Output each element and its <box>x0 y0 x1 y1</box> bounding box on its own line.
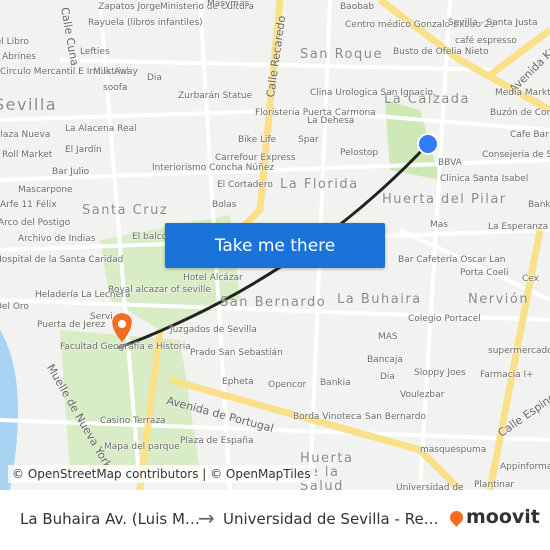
poi-label[interactable]: Abrines <box>2 52 36 62</box>
poi-label[interactable]: Bike Life <box>238 135 276 145</box>
poi-label[interactable]: Plaza Nueva <box>0 130 50 140</box>
poi-label[interactable]: Media Markt <box>495 88 550 98</box>
poi-label[interactable]: Bar Julio <box>52 167 89 177</box>
poi-label[interactable]: El Jardín <box>65 145 102 155</box>
map-attribution[interactable]: © OpenStreetMap contributors | © OpenMap… <box>8 465 315 483</box>
poi-label[interactable]: Universidad de <box>396 483 464 490</box>
poi-label[interactable]: Carrefour Express <box>215 153 295 163</box>
area-label: La Buhaira <box>337 292 422 307</box>
poi-label[interactable]: La Dehesa <box>307 116 354 126</box>
area-label: San Roque <box>300 47 383 62</box>
map[interactable]: Sevilla San Roque La Calzada La Florida … <box>0 0 550 490</box>
poi-label[interactable]: Porta Coeli <box>460 268 509 278</box>
poi-label[interactable]: soofa <box>103 83 127 93</box>
poi-label[interactable]: Sevilla - Santa Justa <box>448 18 538 28</box>
poi-label[interactable]: Mas <box>430 220 448 230</box>
poi-label[interactable]: Masymas <box>207 0 249 9</box>
poi-label[interactable]: BBVA <box>438 158 462 168</box>
poi-label[interactable]: Appinformatica <box>500 462 550 472</box>
poi-label[interactable]: Lefties <box>80 47 110 57</box>
poi-label[interactable]: Archivo de Indias <box>18 234 95 244</box>
poi-label[interactable]: Zapatos Jorge <box>98 2 160 12</box>
moovit-pin-icon <box>447 507 466 527</box>
area-label: Huerta del Pilar <box>382 192 507 207</box>
poi-label[interactable]: La Esperanza <box>488 222 548 232</box>
poi-label[interactable]: Cex <box>522 274 539 284</box>
poi-label[interactable]: Juzgados de Sevilla <box>170 325 257 335</box>
poi-label[interactable]: Buzón de Correos <box>490 108 550 118</box>
poi-label[interactable]: Mascarpone <box>18 185 73 195</box>
poi-label[interactable]: Colegio Portacel <box>408 314 481 324</box>
poi-label[interactable]: Pelostop <box>340 148 378 158</box>
bottom-bar: La Buhaira Av. (Luis M… → Universidad de… <box>0 490 550 550</box>
poi-label[interactable]: Baobab <box>340 2 374 12</box>
poi-label[interactable]: Hospital de la Santa Caridad <box>0 255 123 265</box>
poi-label[interactable]: Farmacia I+ <box>480 370 534 380</box>
poi-label[interactable]: Roll Market <box>2 150 52 160</box>
take-me-there-button[interactable]: Take me there <box>165 223 385 268</box>
poi-label[interactable]: Arco del Postigo <box>0 218 70 228</box>
poi-label[interactable]: Rayuela (libros infantiles) <box>88 18 203 28</box>
poi-label[interactable]: Borda Vinoteca <box>293 412 362 422</box>
area-label: Nervión <box>468 292 530 307</box>
poi-label[interactable]: Milk Away <box>93 67 138 77</box>
poi-label[interactable]: Facultad Geografía e Historia <box>60 342 191 352</box>
poi-label[interactable]: Busto de Ofelia Nieto <box>393 47 489 57</box>
poi-label[interactable]: Casino Terraza <box>100 416 166 426</box>
origin-marker[interactable] <box>417 133 439 155</box>
brand-name: moovit <box>466 506 540 528</box>
poi-label[interactable]: La Alacena Real <box>65 124 137 134</box>
poi-label[interactable]: Félix <box>36 200 57 210</box>
poi-label[interactable]: MAS <box>378 332 398 342</box>
poi-label[interactable]: Cafe Bar S <box>510 130 550 140</box>
poi-label[interactable]: café espresso <box>455 36 517 46</box>
poi-label[interactable]: masquespuma <box>420 445 486 455</box>
area-label: La Florida <box>280 177 359 192</box>
poi-label[interactable]: Bankia <box>320 378 351 388</box>
area-label: San Bernardo <box>220 295 327 310</box>
poi-label[interactable]: Prado San Sebastián <box>190 348 283 358</box>
poi-label[interactable]: Royal alcazar of seville <box>108 285 211 295</box>
poi-label[interactable]: supermercado <box>488 346 550 356</box>
poi-label[interactable]: Zurbarán Statue <box>178 91 252 101</box>
poi-label[interactable]: del Libro <box>0 37 29 47</box>
poi-label[interactable]: Spar <box>298 135 319 145</box>
origin-name: La Buhaira Av. (Luis M… <box>20 510 200 528</box>
poi-label[interactable]: Servi <box>90 312 113 322</box>
poi-label[interactable]: Dia <box>380 372 395 382</box>
poi-label[interactable]: Voulezbar <box>400 390 444 400</box>
poi-label[interactable]: Consejeria de Sa <box>482 150 550 160</box>
poi-label[interactable]: Interiorismo Concha Núñez <box>152 163 274 173</box>
poi-label[interactable]: Opencor <box>268 380 306 390</box>
poi-label[interactable]: Mapa del parque <box>104 442 180 452</box>
poi-label[interactable]: El Cortadero <box>217 180 273 190</box>
poi-label[interactable]: Clinica Santa Isabel <box>440 174 528 184</box>
poi-label[interactable]: Bancaja <box>367 355 403 365</box>
poi-label[interactable]: Hotel Alcázar <box>183 273 243 283</box>
area-label: Santa Cruz <box>82 203 169 218</box>
poi-label[interactable]: Dia <box>147 73 162 83</box>
poi-label[interactable]: Epheta <box>222 377 254 387</box>
arrow-right-icon: → <box>198 506 215 530</box>
poi-label[interactable]: Bar Cafetería Oscar Lan <box>398 255 505 265</box>
poi-label[interactable]: Del Oro <box>0 302 29 312</box>
poi-label[interactable]: Bolas <box>212 200 236 210</box>
moovit-logo: moovit <box>447 506 540 528</box>
poi-label[interactable]: Plantinar <box>474 480 514 490</box>
poi-label[interactable]: Arfe 11 <box>0 200 33 210</box>
poi-label[interactable]: Clina Urologica San Ignacio. <box>310 88 436 98</box>
poi-label[interactable]: Banki <box>528 200 550 210</box>
poi-label[interactable]: San Bernardo <box>365 412 426 422</box>
poi-label[interactable]: Plaza de España <box>180 436 253 446</box>
poi-label[interactable]: Sloppy Joes <box>414 368 466 378</box>
area-label: Sevilla <box>0 95 58 114</box>
destination-name: Universidad de Sevilla - Re… <box>223 510 439 528</box>
